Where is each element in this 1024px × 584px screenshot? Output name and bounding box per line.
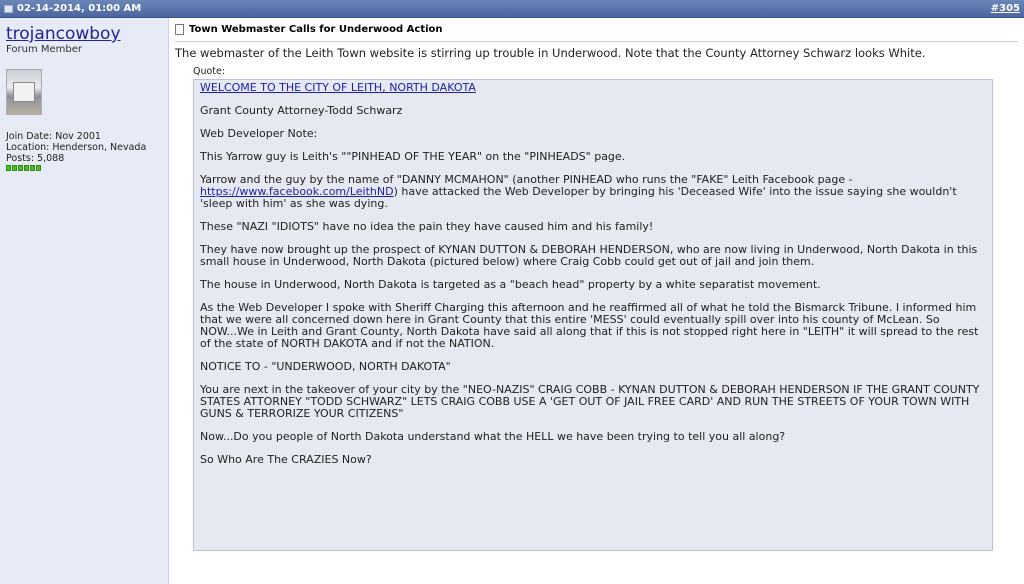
quote-paragraph: Yarrow and the guy by the name of "DANNY… <box>200 174 986 210</box>
quote-paragraph: The house in Underwood, North Dakota is … <box>200 278 821 291</box>
quote-label: Quote: <box>193 66 226 77</box>
quote-box: WELCOME TO THE CITY OF LEITH, NORTH DAKO… <box>193 79 993 551</box>
post-number-link[interactable]: #305 <box>991 3 1020 14</box>
quote-link[interactable]: WELCOME TO THE CITY OF LEITH, NORTH DAKO… <box>200 81 476 94</box>
quote-paragraph: They have now brought up the prospect of… <box>200 243 978 268</box>
avatar[interactable] <box>6 69 42 115</box>
user-title: Forum Member <box>6 44 83 55</box>
post-title-icon <box>175 24 184 35</box>
post-intro: The webmaster of the Leith Town website … <box>175 46 926 60</box>
rep-pip <box>6 165 11 171</box>
post-icon <box>4 4 13 13</box>
rep-pip <box>24 165 29 171</box>
quote-paragraph: These "NAZI "IDIOTS" have no idea the pa… <box>200 220 654 233</box>
rep-pip <box>36 165 41 171</box>
post-title: Town Webmaster Calls for Underwood Actio… <box>189 24 443 35</box>
post-header-bar: 02-14-2014, 01:00 AM #305 <box>0 0 1024 18</box>
rep-pip <box>30 165 35 171</box>
divider <box>175 41 1018 42</box>
location: Location: Henderson, Nevada <box>6 142 147 153</box>
quote-paragraph: So Who Are The CRAZIES Now? <box>200 453 372 466</box>
quote-paragraph: Web Developer Note: <box>200 127 318 140</box>
quote-paragraph: NOTICE TO - "UNDERWOOD, NORTH DAKOTA" <box>200 360 451 373</box>
rep-pip <box>12 165 17 171</box>
rep-pip <box>18 165 23 171</box>
post-content: Town Webmaster Calls for Underwood Actio… <box>169 18 1024 584</box>
username-link[interactable]: trojancowboy <box>6 24 162 44</box>
user-sidebar: trojancowboy Forum Member Join Date: Nov… <box>0 18 169 584</box>
quote-paragraph: Now...Do you people of North Dakota unde… <box>200 430 786 443</box>
quote-paragraph: You are next in the takeover of your cit… <box>200 383 980 420</box>
quote-paragraph: Grant County Attorney-Todd Schwarz <box>200 104 403 117</box>
quote-paragraph: As the Web Developer I spoke with Sherif… <box>200 301 979 350</box>
join-date: Join Date: Nov 2001 <box>6 131 101 142</box>
post-date: 02-14-2014, 01:00 AM <box>17 3 142 14</box>
reputation-bar <box>6 165 162 171</box>
post-count: Posts: 5,088 <box>6 153 65 164</box>
quote-paragraph: This Yarrow guy is Leith's ""PINHEAD OF … <box>200 150 626 163</box>
